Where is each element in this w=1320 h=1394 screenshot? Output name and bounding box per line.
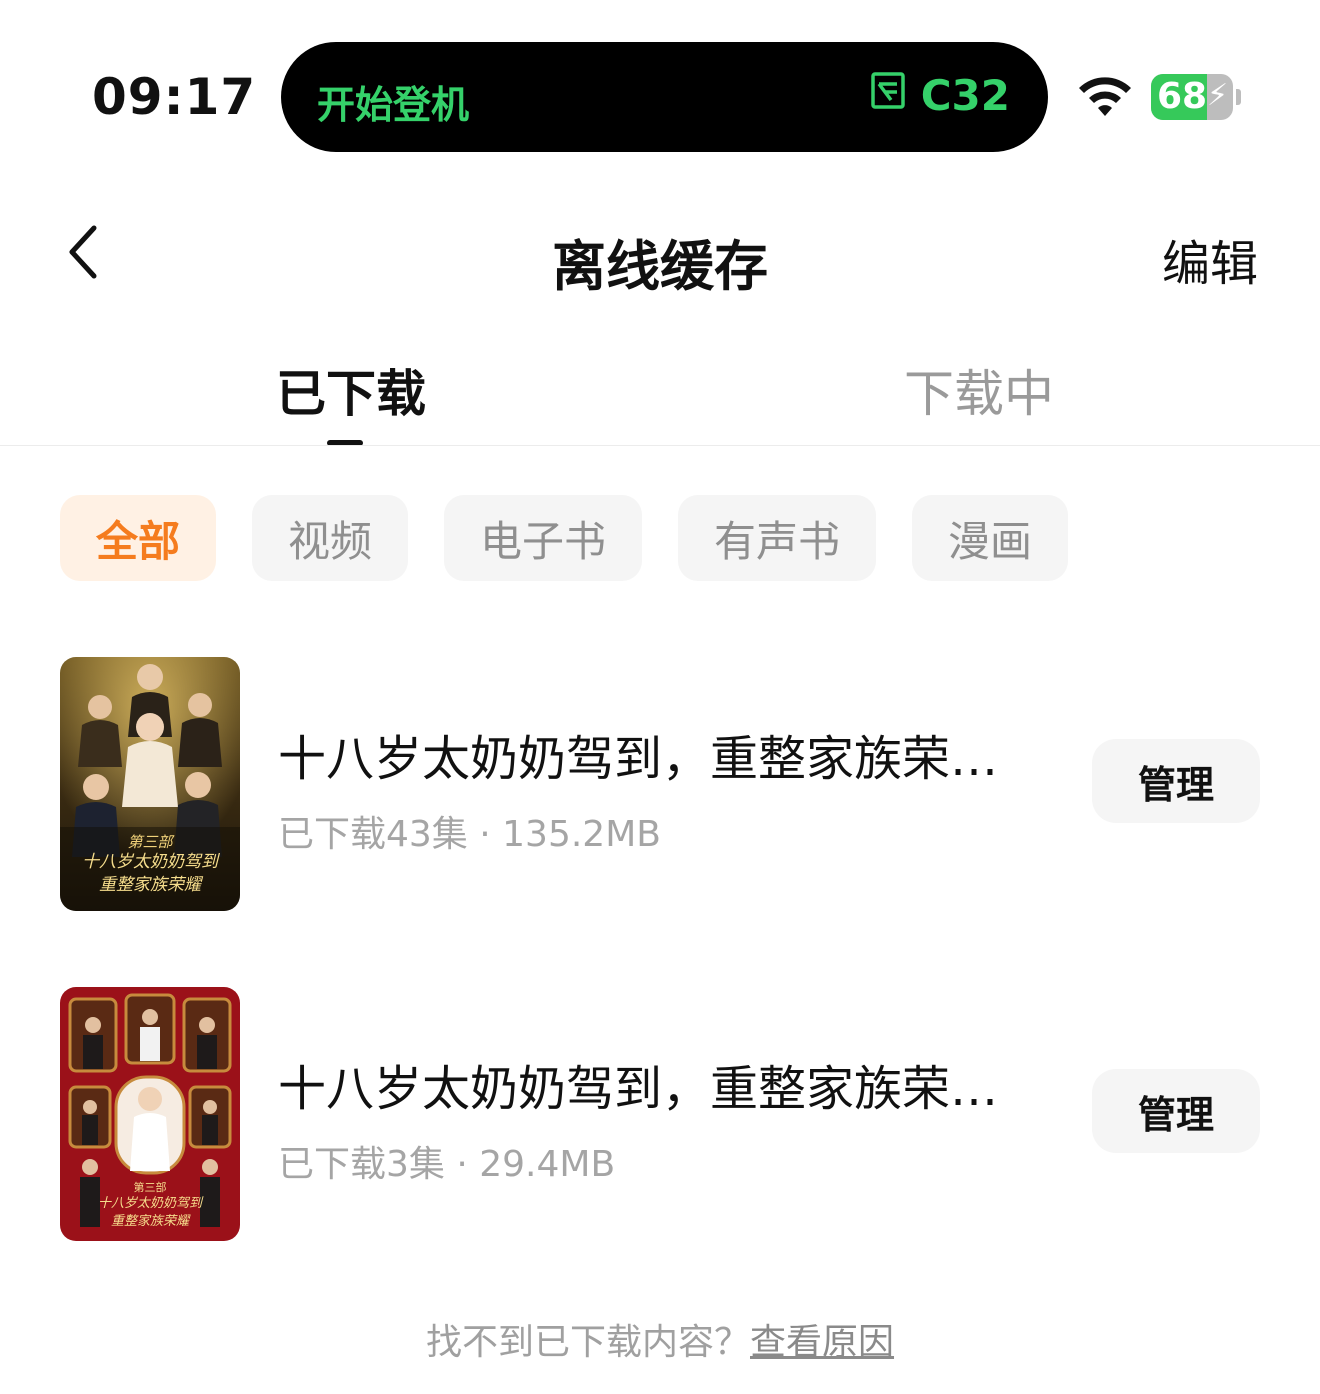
- footer-text: 找不到已下载内容？: [425, 1322, 750, 1363]
- island-gate: C32: [869, 70, 1010, 120]
- svg-text:十八岁太奶奶驾到: 十八岁太奶奶驾到: [82, 852, 221, 872]
- poster-thumbnail[interactable]: 第三部 十八岁太奶奶驾到 重整家族荣耀: [60, 987, 240, 1241]
- status-time: 09:17: [92, 68, 257, 126]
- svg-text:十八岁太奶奶驾到: 十八岁太奶奶驾到: [98, 1196, 204, 1211]
- item-title: 十八岁太奶奶驾到，重整家族荣…: [278, 731, 998, 787]
- charging-bolt-icon: ⚡: [1207, 78, 1229, 113]
- tab-downloading[interactable]: 下载中: [904, 354, 1054, 426]
- poster-thumbnail[interactable]: 第三部 十八岁太奶奶驾到 重整家族荣耀: [60, 657, 240, 911]
- filter-chip-comic[interactable]: 漫画: [912, 495, 1068, 581]
- view-reason-link[interactable]: 查看原因: [750, 1322, 894, 1363]
- edit-button[interactable]: 编辑: [1162, 224, 1258, 294]
- item-meta: 已下载3集 · 29.4MB: [278, 1144, 616, 1185]
- svg-text:重整家族荣耀: 重整家族荣耀: [111, 1213, 191, 1229]
- footer-help: 找不到已下载内容？查看原因: [0, 1313, 1320, 1365]
- svg-text:第三部: 第三部: [134, 1180, 167, 1194]
- list-item[interactable]: 第三部 十八岁太奶奶驾到 重整家族荣耀 十八岁太奶奶驾到，重整家族荣… 已下载3…: [0, 987, 1320, 1247]
- page-title: 离线缓存: [552, 235, 768, 298]
- svg-text:重整家族荣耀: 重整家族荣耀: [99, 875, 204, 895]
- item-meta: 已下载43集 · 135.2MB: [278, 814, 661, 855]
- gate-number: C32: [920, 70, 1010, 120]
- manage-button[interactable]: 管理: [1092, 739, 1260, 823]
- tab-downloaded[interactable]: 已下载: [276, 354, 426, 426]
- item-title: 十八岁太奶奶驾到，重整家族荣…: [278, 1061, 998, 1117]
- tab-divider: [0, 445, 1320, 446]
- filter-chip-ebook[interactable]: 电子书: [444, 495, 642, 581]
- wifi-icon: [1079, 77, 1131, 116]
- dynamic-island[interactable]: 开始登机 C32: [281, 42, 1048, 152]
- filter-chip-all[interactable]: 全部: [60, 495, 216, 581]
- battery-tip: [1236, 89, 1241, 105]
- filter-chip-audiobook[interactable]: 有声书: [678, 495, 876, 581]
- island-status-text: 开始登机: [317, 83, 470, 127]
- svg-text:第三部: 第三部: [127, 833, 175, 851]
- gate-icon: [869, 70, 909, 120]
- battery-level: 68: [1157, 76, 1208, 117]
- filter-chip-video[interactable]: 视频: [252, 495, 408, 581]
- list-item[interactable]: 第三部 十八岁太奶奶驾到 重整家族荣耀 十八岁太奶奶驾到，重整家族荣… 已下载4…: [0, 657, 1320, 917]
- manage-button[interactable]: 管理: [1092, 1069, 1260, 1153]
- battery-icon: 68 ⚡: [1151, 74, 1241, 120]
